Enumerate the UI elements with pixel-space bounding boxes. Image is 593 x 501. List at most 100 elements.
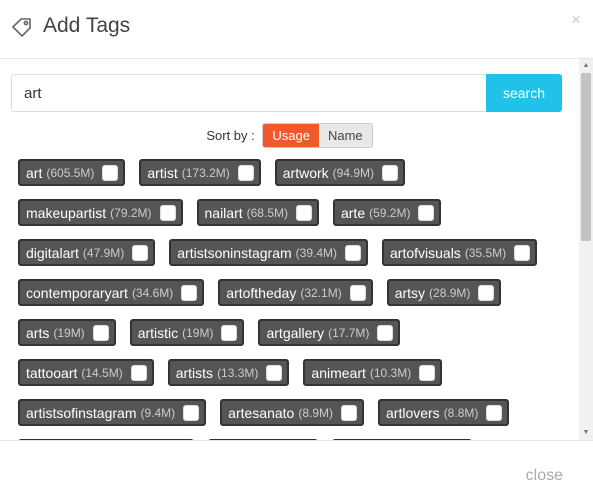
tag-name: artsy <box>394 284 426 301</box>
tag-checkbox[interactable] <box>341 404 357 421</box>
tag-chip[interactable]: artist (173.2M) <box>139 159 261 186</box>
tag-name: artists <box>175 364 214 381</box>
tag-name: artistsofinstagram <box>26 404 137 421</box>
tag-chip[interactable]: makeupartist (79.2M) <box>18 199 183 226</box>
tag-name: artlovers <box>386 404 440 421</box>
tag-row: art (605.5M) artist (173.2M) artwork (94.9M… <box>18 159 570 186</box>
dialog-footer: close <box>0 440 593 501</box>
tag-count: (35.5M) <box>464 245 507 260</box>
tag-count: (79.2M) <box>110 205 152 220</box>
tag-count: (605.5M) <box>46 165 95 180</box>
tag-chip[interactable]: artistsoninstagram (39.4M) <box>169 239 368 266</box>
scrollbar[interactable]: ▲ ▼ <box>579 59 593 440</box>
tag-checkbox[interactable] <box>486 404 503 421</box>
tag-name: art <box>26 164 43 181</box>
close-icon[interactable]: × <box>571 10 581 30</box>
tag-name: arts <box>26 324 50 341</box>
tag-count: (173.2M) <box>181 165 230 180</box>
tag-count: (19M) <box>182 325 214 340</box>
tag-checkbox[interactable] <box>419 364 436 381</box>
tag-chip[interactable]: artwork (94.9M) <box>274 159 405 186</box>
dialog-title: Add Tags <box>43 14 131 37</box>
tag-count: (39.4M) <box>295 245 337 260</box>
tag-row: contemporaryart (34.6M) artoftheday (32.1M… <box>18 279 570 306</box>
tag-checkbox[interactable] <box>159 204 176 221</box>
tag-name: makeupartist <box>26 204 107 221</box>
tag-chip[interactable]: art (605.5M) <box>18 159 126 186</box>
tag-checkbox[interactable] <box>92 324 109 341</box>
tag-count: (34.6M) <box>131 285 174 300</box>
tag-count: (13.3M) <box>217 365 259 380</box>
tag-name: artesanato <box>228 404 295 421</box>
tag-checkbox[interactable] <box>237 164 254 181</box>
scroll-up-arrow-icon[interactable]: ▲ <box>579 61 593 71</box>
tag-name: artoftheday <box>226 284 297 301</box>
tag-checkbox[interactable] <box>221 324 238 341</box>
tag-checkbox[interactable] <box>514 244 531 261</box>
tag-name: nailart <box>204 204 243 221</box>
tag-checkbox[interactable] <box>349 284 366 301</box>
tag-chip[interactable]: artoftheday (32.1M) <box>218 279 373 306</box>
tag-chip[interactable]: contemporaryart (34.6M) <box>18 279 205 306</box>
tag-row: makeupartist (79.2M) nailart (68.5M) arte(… <box>18 199 570 226</box>
tag-chip[interactable]: artistic (19M) <box>129 319 245 346</box>
tag-name: digitalart <box>26 244 79 261</box>
sort-name-button[interactable]: Name <box>318 124 372 147</box>
tag-checkbox[interactable] <box>183 404 200 421</box>
close-button[interactable]: close <box>526 467 563 485</box>
tag-count: (17.7M) <box>328 325 370 340</box>
tag-count: (8.8M) <box>443 405 479 420</box>
tag-checkbox[interactable] <box>382 164 398 181</box>
tag-chip[interactable]: digitalart (47.9M) <box>18 239 156 266</box>
tag-chip[interactable]: arts (19M) <box>18 319 116 346</box>
tag-chip[interactable]: artesanato (8.9M) <box>220 399 364 426</box>
tag-checkbox[interactable] <box>132 244 149 261</box>
scroll-thumb[interactable] <box>581 73 591 241</box>
tag-name: animeart <box>311 364 366 381</box>
tag-row: arts (19M) artistic (19M) artgallery (17.7M… <box>18 319 570 346</box>
tag-checkbox[interactable] <box>478 284 495 301</box>
tag-chip[interactable]: artistsofinstagram (9.4M) <box>18 399 207 426</box>
sort-bar: Sort by : Usage Name <box>0 123 579 148</box>
tag-count: (10.3M) <box>369 365 412 380</box>
tag-count: (14.5M) <box>81 365 123 380</box>
tag-list: art (605.5M) artist (173.2M) artwork (94.9M… <box>18 159 570 440</box>
tag-count: (94.9M) <box>332 165 374 180</box>
tag-chip[interactable]: artsy (28.9M) <box>386 279 502 306</box>
dialog-header: Add Tags × <box>0 0 593 59</box>
tag-count: (59.2M) <box>369 205 411 220</box>
search-button[interactable]: search <box>486 74 562 112</box>
tag-checkbox[interactable] <box>266 364 283 381</box>
tag-count: (28.9M) <box>429 285 471 300</box>
tag-chip[interactable]: artists (13.3M) <box>167 359 290 386</box>
tag-row: tattooart (14.5M) artists (13.3M) animeart… <box>18 359 570 386</box>
tag-checkbox[interactable] <box>295 204 312 221</box>
tag-name: artistic <box>137 324 179 341</box>
tag-checkbox[interactable] <box>181 284 198 301</box>
tag-count: (8.9M) <box>298 405 333 420</box>
tag-checkbox[interactable] <box>418 204 435 221</box>
tag-name: tattooart <box>26 364 78 381</box>
sort-toggle: Usage Name <box>262 123 373 148</box>
tag-checkbox[interactable] <box>377 324 394 341</box>
sort-usage-button[interactable]: Usage <box>263 124 319 147</box>
tag-chip[interactable]: artlovers (8.8M) <box>378 399 510 426</box>
tag-row: artistsofinstagram (9.4M) artesanato (8.9M… <box>18 399 570 426</box>
tag-checkbox[interactable] <box>130 364 147 381</box>
tag-name: artwork <box>282 164 329 181</box>
tag-checkbox[interactable] <box>345 244 361 261</box>
tag-chip[interactable]: nailart (68.5M) <box>196 199 319 226</box>
scroll-down-arrow-icon[interactable]: ▼ <box>579 428 593 438</box>
tag-chip[interactable]: tattooart (14.5M) <box>18 359 154 386</box>
tag-count: (19M) <box>53 325 85 340</box>
tag-name: contemporaryart <box>26 284 128 301</box>
tag-count: (9.4M) <box>140 405 176 420</box>
tag-chip[interactable]: artofvisuals (35.5M) <box>382 239 538 266</box>
tag-chip[interactable]: arte (59.2M) <box>332 199 442 226</box>
tag-chip[interactable]: animeart (10.3M) <box>303 359 443 386</box>
tag-name: artistsoninstagram <box>177 244 292 261</box>
tag-checkbox[interactable] <box>102 164 119 181</box>
tag-count: (47.9M) <box>82 245 125 260</box>
tag-chip[interactable]: artgallery (17.7M) <box>258 319 401 346</box>
search-input[interactable] <box>11 74 488 112</box>
